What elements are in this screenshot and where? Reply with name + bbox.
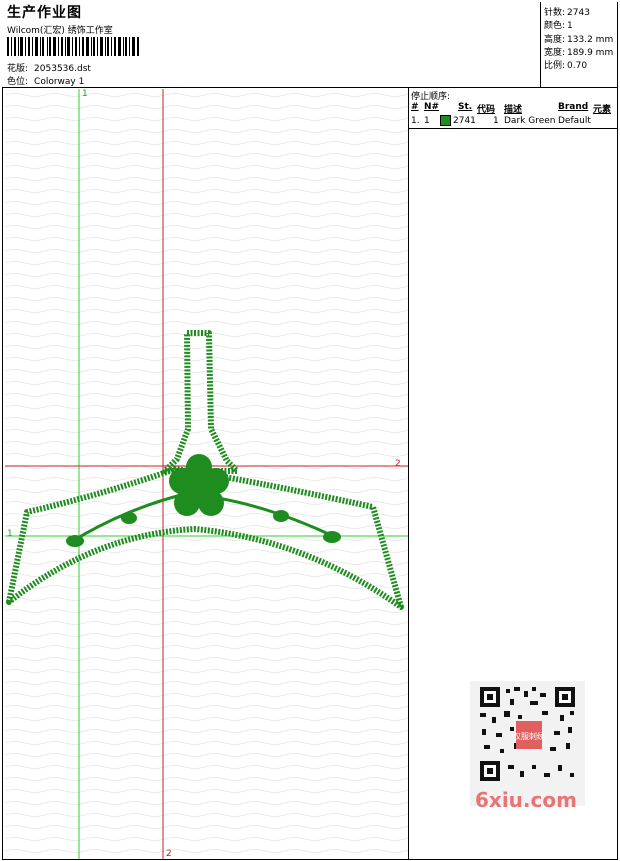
col-header-stitches: St. (458, 102, 473, 112)
design-canvas: 1 1 2 2 (5, 89, 408, 859)
row-stitches: 2741 (453, 116, 476, 126)
row-code: 1 (493, 116, 499, 126)
design-file-row: 花版: 2053536.dst (7, 61, 91, 74)
row-brand: Default (558, 116, 591, 126)
col-header-n: N# (424, 102, 440, 112)
leaf-right-inner (273, 510, 289, 522)
page-title: 生产作业图 (7, 5, 82, 21)
stat-label: 高度: (544, 35, 566, 45)
red-right-label: 2 (395, 459, 401, 469)
frame-right (617, 2, 618, 860)
stat-stitches: 针数: 2743 (544, 5, 590, 18)
panel-divider (408, 87, 409, 860)
green-left-label: 1 (7, 529, 13, 539)
stat-value: 133.2 mm (567, 35, 614, 45)
stat-height: 高度: 133.2 mm (544, 32, 613, 45)
stat-label: 针数: (544, 8, 566, 18)
stat-label: 比例: (544, 61, 566, 71)
stat-value: 1 (567, 21, 573, 31)
table-divider (409, 128, 617, 129)
colorway-row: 色位: Colorway 1 (7, 74, 84, 87)
seal-text: 汉服刺绣 (513, 731, 545, 741)
colorway-value: Colorway 1 (34, 77, 85, 87)
barcode (7, 37, 139, 56)
stat-colors: 颜色: 1 (544, 18, 573, 31)
stat-value: 189.9 mm (567, 48, 614, 58)
row-description: Dark Green (504, 116, 556, 126)
watermark-text: 6xiu.com (475, 788, 577, 812)
stat-label: 颜色: (544, 21, 566, 31)
stat-scale: 比例: 0.70 (544, 58, 587, 71)
red-bottom-label: 2 (166, 849, 172, 859)
row-index: 1. (411, 116, 420, 126)
stop-sequence-title: 停止顺序: (411, 92, 451, 102)
leaf-left-inner (121, 512, 137, 524)
design-file: 2053536.dst (34, 64, 91, 74)
col-header-brand: Brand (558, 102, 589, 112)
stat-value: 0.70 (567, 61, 588, 71)
company-name: Wilcom(汇宏) 绣饰工作室 (7, 26, 113, 36)
stat-value: 2743 (567, 8, 590, 18)
header-divider (2, 87, 618, 88)
col-header-index: # (411, 102, 419, 112)
col-header-description: 描述 (504, 105, 523, 115)
color-swatch (440, 115, 451, 126)
stats-divider (540, 2, 541, 88)
leaf-left-outer (66, 535, 84, 547)
row-n: 1 (424, 116, 430, 126)
frame-bottom (2, 859, 618, 860)
green-top-label: 1 (82, 89, 88, 99)
col-header-code: 代码 (477, 105, 496, 115)
col-header-element: 元素 (593, 105, 612, 115)
frame-left (2, 87, 3, 860)
stat-label: 宽度: (544, 48, 566, 58)
colorway-label: 色位: (7, 77, 29, 87)
design-label: 花版: (7, 64, 29, 74)
leaf-right-outer (323, 531, 341, 543)
stat-width: 宽度: 189.9 mm (544, 45, 613, 58)
